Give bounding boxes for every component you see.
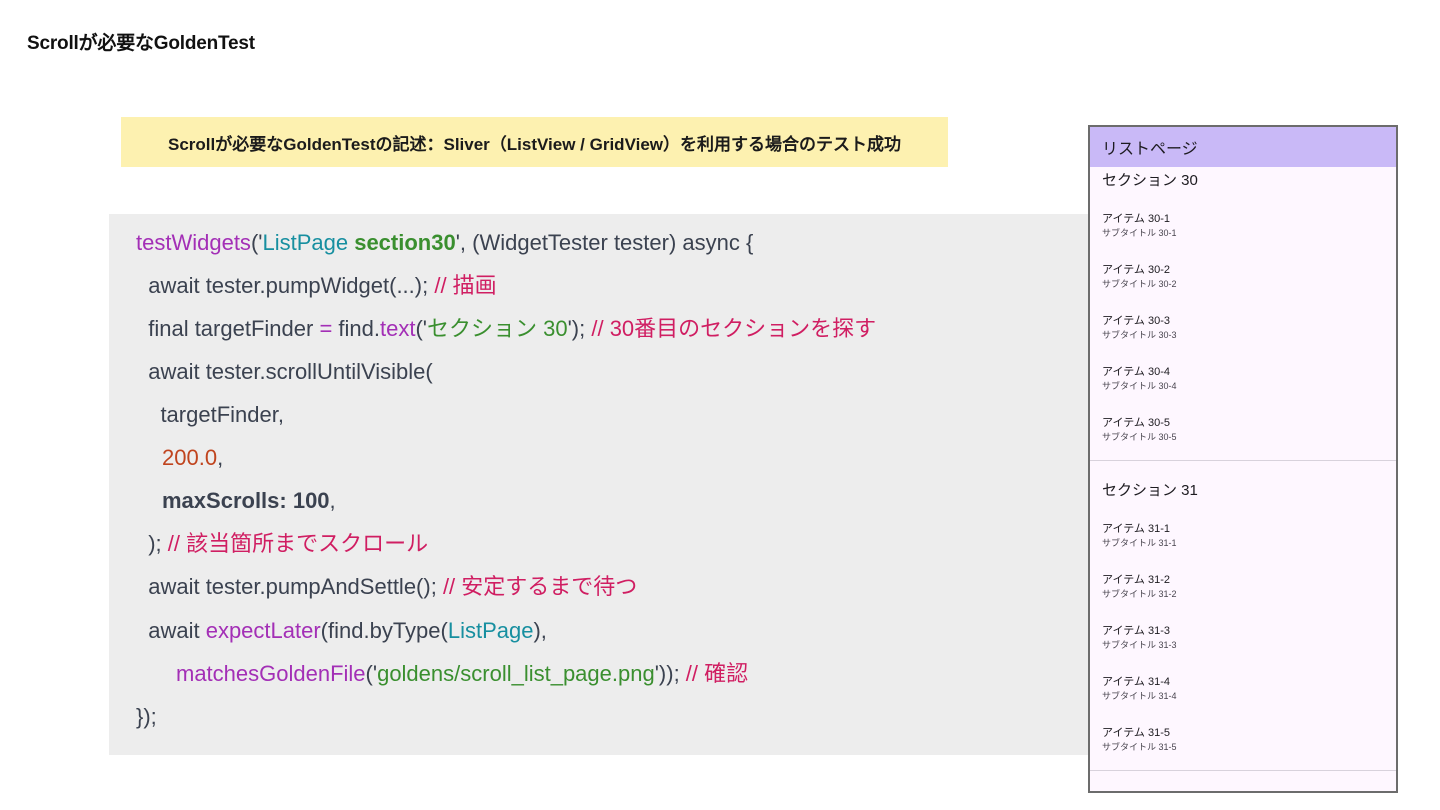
list-item-title[interactable]: アイテム 31-5	[1102, 724, 1170, 740]
section-divider	[1090, 770, 1396, 771]
list-item-title[interactable]: アイテム 30-3	[1102, 312, 1170, 328]
code-token: goldens/scroll_list_page.png	[377, 661, 655, 686]
code-token: await tester.pumpAndSettle();	[136, 574, 443, 599]
list-item-subtitle: サブタイトル 31-4	[1102, 691, 1177, 701]
code-token: ');	[567, 316, 592, 341]
phone-screenshot: リストページ セクション 30 アイテム 30-1 サブタイトル 30-1 アイ…	[1088, 125, 1398, 793]
code-comment: // 描画	[434, 273, 497, 298]
code-line-2: await tester.pumpWidget(...); // 描画	[136, 266, 497, 306]
code-line-11: matchesGoldenFile('goldens/scroll_list_p…	[176, 654, 748, 694]
code-token: expectLater	[205, 618, 321, 643]
list-item-title[interactable]: アイテム 31-4	[1102, 673, 1170, 689]
banner-text: Scrollが必要なGoldenTestの記述：Sliver（ListView …	[168, 134, 901, 154]
list-item-subtitle: サブタイトル 30-4	[1102, 381, 1177, 391]
list-item-title[interactable]: アイテム 30-4	[1102, 363, 1170, 379]
banner: Scrollが必要なGoldenTestの記述：Sliver（ListView …	[121, 117, 948, 167]
code-line-7: maxScrolls: 100,	[162, 481, 336, 521]
section-title: セクション 31	[1102, 482, 1198, 499]
code-token: 200.0	[162, 445, 218, 470]
app-bar-title: リストページ	[1102, 141, 1198, 158]
code-token: find.	[332, 316, 380, 341]
list-item-title[interactable]: アイテム 31-2	[1102, 571, 1170, 587]
code-token: ('	[415, 316, 427, 341]
list-item-subtitle: サブタイトル 30-3	[1102, 330, 1177, 340]
code-token: });	[136, 704, 157, 729]
code-token: (find.byType(	[320, 618, 448, 643]
section-title: セクション 30	[1102, 172, 1198, 189]
list-item-subtitle: サブタイトル 30-1	[1102, 228, 1177, 238]
code-token: '));	[654, 661, 686, 686]
code-line-10: await expectLater(find.byType(ListPage),	[136, 611, 547, 651]
code-token: ', (WidgetTester tester) async {	[455, 230, 754, 255]
code-token: =	[319, 316, 333, 341]
list-item-title[interactable]: アイテム 30-2	[1102, 261, 1170, 277]
code-line-6: 200.0,	[162, 438, 223, 478]
list-item-title[interactable]: アイテム 30-5	[1102, 414, 1170, 430]
list-item-title[interactable]: アイテム 31-1	[1102, 520, 1170, 536]
code-token: );	[136, 531, 168, 556]
section-divider	[1090, 460, 1396, 461]
code-token: await	[136, 618, 206, 643]
code-token: ,	[217, 445, 224, 470]
list-item-subtitle: サブタイトル 30-5	[1102, 432, 1177, 442]
code-line-3: final targetFinder = find.text('セクション 30…	[136, 309, 876, 349]
code-token: final targetFinder	[136, 316, 320, 341]
code-line-12: });	[136, 697, 157, 737]
list-item-subtitle: サブタイトル 30-2	[1102, 279, 1177, 289]
code-comment: // 該当箇所までスクロール	[167, 531, 429, 556]
code-comment: // 確認	[685, 661, 749, 686]
list-item-subtitle: サブタイトル 31-2	[1102, 589, 1177, 599]
list-item-title[interactable]: アイテム 30-1	[1102, 210, 1170, 226]
code-token: ListPage	[447, 618, 534, 643]
code-line-8: ); // 該当箇所までスクロール	[136, 524, 428, 564]
code-block: testWidgets('ListPage section30', (Widge…	[109, 214, 1089, 755]
code-comment: // 安定するまで待つ	[442, 574, 638, 599]
code-comment: // 30番目のセクションを探す	[591, 316, 877, 341]
list-item-subtitle: サブタイトル 31-1	[1102, 538, 1177, 548]
list-item-subtitle: サブタイトル 31-3	[1102, 640, 1177, 650]
code-token: セクション 30	[427, 316, 568, 341]
code-token: ,	[329, 488, 336, 513]
code-token: ListPage	[262, 230, 349, 255]
code-token: text	[380, 316, 416, 341]
code-token: await tester.pumpWidget(...);	[136, 273, 435, 298]
code-token: maxScrolls: 100	[162, 488, 330, 513]
code-token: ),	[533, 618, 547, 643]
code-token: testWidgets	[136, 230, 251, 255]
code-line-9: await tester.pumpAndSettle(); // 安定するまで待…	[136, 567, 637, 607]
code-line-1: testWidgets('ListPage section30', (Widge…	[136, 223, 753, 263]
code-token: await tester.scrollUntilVisible(	[136, 359, 433, 384]
code-token: matchesGoldenFile	[176, 661, 366, 686]
slide-title: Scrollが必要なGoldenTest	[27, 33, 255, 54]
code-token: targetFinder,	[136, 402, 284, 427]
code-line-5: targetFinder,	[136, 395, 284, 435]
app-bar: リストページ	[1090, 127, 1396, 167]
code-line-4: await tester.scrollUntilVisible(	[136, 352, 433, 392]
list-item-subtitle: サブタイトル 31-5	[1102, 742, 1177, 752]
code-token: section30	[348, 230, 456, 255]
list-item-title[interactable]: アイテム 31-3	[1102, 622, 1170, 638]
code-token: ('	[250, 230, 263, 255]
code-token: ('	[365, 661, 378, 686]
